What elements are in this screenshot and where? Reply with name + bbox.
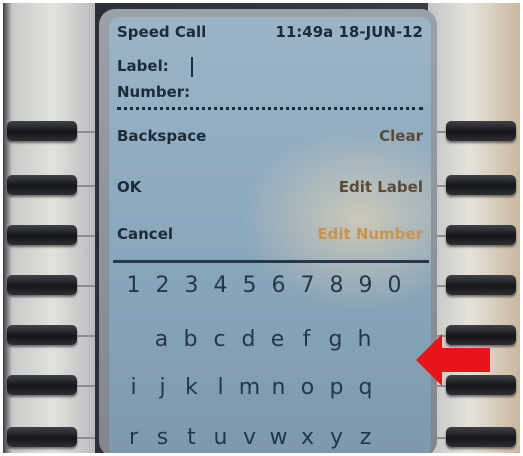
letter-row-a: abcdefgh xyxy=(147,327,379,352)
key-digit[interactable]: 9 xyxy=(351,273,380,298)
key-letter[interactable]: o xyxy=(293,375,322,400)
key-digit[interactable]: 3 xyxy=(177,273,206,298)
key-letter[interactable]: r xyxy=(119,425,148,450)
right-line-key-7[interactable] xyxy=(446,427,516,447)
left-line-key-2[interactable] xyxy=(7,175,77,195)
key-letter[interactable]: h xyxy=(350,327,379,352)
softkey-clear[interactable]: Clear xyxy=(379,127,423,145)
key-digit[interactable]: 8 xyxy=(322,273,351,298)
key-letter[interactable]: t xyxy=(177,425,206,450)
softkey-ok[interactable]: OK xyxy=(117,178,141,196)
key-digit[interactable]: 5 xyxy=(235,273,264,298)
left-line-key-7[interactable] xyxy=(7,427,77,447)
key-letter[interactable]: n xyxy=(264,375,293,400)
key-letter[interactable]: j xyxy=(148,375,177,400)
key-letter[interactable]: y xyxy=(322,425,351,450)
dotted-divider xyxy=(117,107,423,110)
key-digit[interactable]: 4 xyxy=(206,273,235,298)
lcd-screen: Speed Call 11:49a 18-JUN-12 Label: Numbe… xyxy=(109,17,431,453)
screen-clock: 11:49a 18-JUN-12 xyxy=(275,23,423,41)
left-line-key-3[interactable] xyxy=(7,225,77,245)
left-divider xyxy=(77,437,95,439)
key-letter[interactable]: d xyxy=(234,327,263,352)
right-line-key-1[interactable] xyxy=(446,121,516,141)
keypad-separator xyxy=(113,260,429,263)
left-divider xyxy=(77,335,95,337)
letter-row-i: ijklmnopq xyxy=(119,375,380,400)
key-letter[interactable]: a xyxy=(147,327,176,352)
left-line-key-5[interactable] xyxy=(7,325,77,345)
key-digit[interactable]: 7 xyxy=(293,273,322,298)
left-line-key-strip xyxy=(3,3,95,453)
label-field-name: Label: xyxy=(117,57,169,75)
left-divider xyxy=(77,285,95,287)
left-line-key-4[interactable] xyxy=(7,275,77,295)
number-field-name: Number: xyxy=(117,83,191,101)
key-letter[interactable]: k xyxy=(177,375,206,400)
softkey-edit-number[interactable]: Edit Number xyxy=(317,225,423,243)
key-letter[interactable]: i xyxy=(119,375,148,400)
left-divider xyxy=(77,385,95,387)
left-divider xyxy=(77,235,95,237)
key-letter[interactable]: q xyxy=(351,375,380,400)
softkey-cancel[interactable]: Cancel xyxy=(117,225,173,243)
phone-photo: Speed Call 11:49a 18-JUN-12 Label: Numbe… xyxy=(3,3,520,453)
digit-row: 1234567890 xyxy=(119,273,409,298)
key-letter[interactable]: e xyxy=(263,327,292,352)
key-letter[interactable]: u xyxy=(206,425,235,450)
right-line-key-3[interactable] xyxy=(446,225,516,245)
key-letter[interactable]: m xyxy=(235,375,264,400)
left-line-key-1[interactable] xyxy=(7,121,77,141)
key-letter[interactable]: x xyxy=(293,425,322,450)
key-letter[interactable]: v xyxy=(235,425,264,450)
key-letter[interactable]: p xyxy=(322,375,351,400)
arrow-shape xyxy=(416,334,490,386)
left-divider xyxy=(77,131,95,133)
softkey-backspace[interactable]: Backspace xyxy=(117,127,206,145)
key-letter[interactable]: l xyxy=(206,375,235,400)
key-letter[interactable]: s xyxy=(148,425,177,450)
right-line-key-2[interactable] xyxy=(446,175,516,195)
screen-title: Speed Call xyxy=(117,23,207,41)
key-digit[interactable]: 2 xyxy=(148,273,177,298)
key-digit[interactable]: 0 xyxy=(380,273,409,298)
key-letter[interactable]: b xyxy=(176,327,205,352)
key-letter[interactable]: w xyxy=(264,425,293,450)
text-cursor xyxy=(191,57,193,77)
key-letter[interactable]: f xyxy=(292,327,321,352)
letter-row-r: rstuvwxyz xyxy=(119,425,380,450)
key-letter[interactable]: c xyxy=(205,327,234,352)
key-letter[interactable]: g xyxy=(321,327,350,352)
key-digit[interactable]: 6 xyxy=(264,273,293,298)
red-arrow-left-icon xyxy=(416,334,490,386)
key-digit[interactable]: 1 xyxy=(119,273,148,298)
softkey-edit-label[interactable]: Edit Label xyxy=(339,178,423,196)
key-letter[interactable]: z xyxy=(351,425,380,450)
left-line-key-6[interactable] xyxy=(7,375,77,395)
right-line-key-4[interactable] xyxy=(446,275,516,295)
left-divider xyxy=(77,185,95,187)
